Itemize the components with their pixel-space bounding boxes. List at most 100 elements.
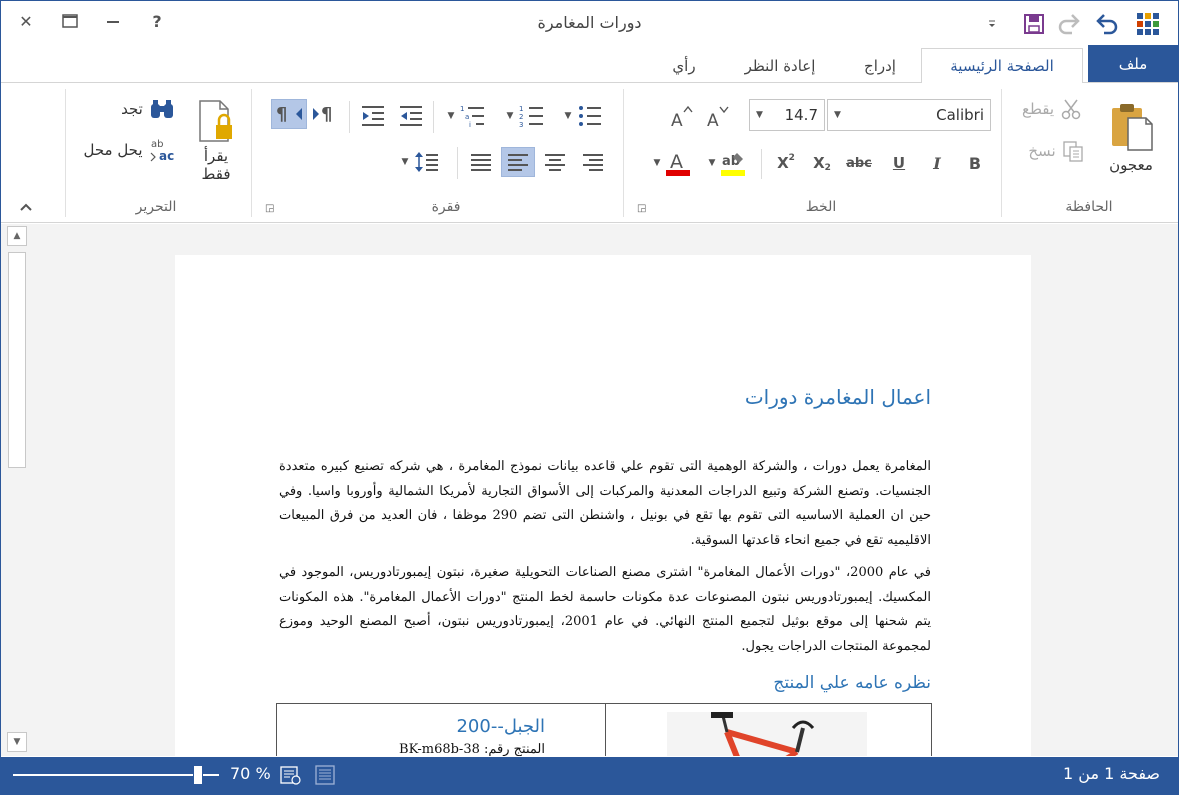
scroll-thumb[interactable] (8, 252, 26, 468)
svg-text:ac: ac (159, 149, 174, 163)
tab-file[interactable]: ملف (1088, 45, 1178, 82)
line-spacing-button[interactable]: ▼ (395, 147, 447, 177)
chevron-up-icon (20, 203, 32, 211)
font-name-value: Calibri (936, 106, 984, 124)
scroll-up-icon: ▲ (13, 231, 21, 241)
superscript-label: X (777, 154, 789, 172)
read-only-label-line2: فقط (201, 165, 231, 183)
app-menu-button[interactable] (1135, 11, 1161, 37)
font-size-dropdown-icon: ▼ (756, 110, 763, 120)
find-button[interactable]: تجد (115, 95, 181, 123)
svg-text:A: A (671, 111, 683, 129)
svg-text:¶: ¶ (321, 104, 332, 125)
zoom-slider-thumb[interactable] (193, 765, 203, 785)
increase-indent-button[interactable] (357, 101, 389, 131)
save-button[interactable] (1021, 11, 1047, 37)
decrease-indent-icon (400, 106, 422, 126)
svg-text:i: i (469, 121, 471, 128)
print-layout-button[interactable] (313, 764, 337, 786)
redo-button[interactable] (1057, 11, 1083, 37)
print-layout-icon (315, 765, 335, 785)
font-color-button[interactable]: ▼ A (647, 147, 699, 179)
tab-insert[interactable]: إدراج (841, 48, 919, 84)
replace-label: يحل محل (83, 141, 143, 159)
svg-text:3: 3 (519, 121, 523, 128)
highlighter-icon: ab (721, 153, 746, 176)
group-separator (65, 89, 66, 217)
app-grid-icon (1137, 13, 1159, 35)
bicycle-image (667, 712, 867, 756)
font-size-combo[interactable]: ▼ 14.7 (749, 99, 825, 131)
find-label: تجد (121, 100, 143, 118)
multilevel-list-button[interactable]: ▼ 1ai (439, 101, 495, 131)
align-center-icon (545, 154, 565, 171)
left-to-right-icon: ¶ (313, 104, 332, 125)
italic-button[interactable]: I (923, 149, 951, 177)
read-only-button[interactable]: يقرأ فقط (189, 91, 243, 191)
grow-font-button[interactable]: A (667, 103, 697, 131)
title-bar: ✕ ? دورات المغامرة (1, 1, 1178, 45)
font-name-combo[interactable]: ▼ Calibri (827, 99, 991, 131)
replace-button[interactable]: يحل محل ab ac (79, 135, 181, 165)
table-cell-divider (605, 704, 606, 756)
superscript-mark-icon: 2 (788, 153, 795, 163)
group-separator (1001, 89, 1002, 217)
svg-text:¶: ¶ (276, 104, 287, 125)
web-layout-button[interactable] (279, 764, 303, 786)
read-only-label-line1: يقرأ (203, 147, 229, 165)
shrink-font-icon: A (707, 106, 729, 129)
align-center-button[interactable] (539, 147, 571, 177)
tab-view[interactable]: رأي (649, 48, 719, 84)
tab-home[interactable]: الصفحة الرئيسية (921, 48, 1083, 84)
cut-button[interactable]: يقطع (1015, 97, 1089, 121)
strikethrough-button[interactable]: abc (843, 149, 875, 177)
tab-review[interactable]: إعادة النظر (723, 48, 837, 84)
paragraph-dialog-launcher-icon[interactable]: ◲ (265, 203, 274, 214)
subscript-button[interactable]: X2 (807, 149, 837, 177)
numbering-button[interactable]: ▼ 123 (499, 101, 553, 131)
multilevel-dropdown-icon: ▼ (447, 111, 455, 121)
right-to-left-button[interactable]: ¶ (271, 99, 307, 129)
underline-label: U (892, 154, 906, 172)
document-heading: اعمال المغامرة دورات (744, 385, 931, 409)
highlight-color-button[interactable]: ▼ ab (701, 147, 755, 179)
save-icon (1024, 14, 1044, 34)
paste-button[interactable]: معجون (1101, 93, 1161, 183)
subscript-mark-icon: 2 (824, 163, 831, 173)
decrease-indent-button[interactable] (395, 101, 427, 131)
ribbon-tabs: ملف الصفحة الرئيسية إدراج إعادة النظر رأ… (1, 45, 1178, 84)
underline-button[interactable]: U (885, 149, 913, 177)
bullets-button[interactable]: ▼ (557, 101, 611, 131)
align-left-icon (508, 154, 528, 171)
font-dialog-launcher-icon[interactable]: ◲ (637, 203, 646, 214)
paragraph-separator (457, 147, 458, 179)
copy-icon (1062, 141, 1083, 162)
copy-button[interactable]: نسخ (1023, 139, 1089, 163)
superscript-button[interactable]: X2 (771, 149, 801, 177)
document-page[interactable]: اعمال المغامرة دورات المغامرة يعمل دورات… (175, 255, 1031, 756)
clipboard-group-label: الحافظة (1065, 199, 1113, 215)
left-to-right-button[interactable]: ¶ (309, 99, 343, 129)
cut-label: يقطع (1021, 100, 1055, 118)
paragraph-separator (349, 101, 350, 133)
bold-button[interactable]: B (961, 149, 989, 177)
customize-quick-access-button[interactable] (982, 11, 1002, 37)
product-number: المنتج رقم: BK-m68b-38 (399, 742, 545, 756)
align-right-button[interactable] (577, 147, 609, 177)
svg-text:1: 1 (460, 105, 464, 113)
vertical-scrollbar[interactable]: ▲ ▼ (5, 226, 29, 754)
align-left-button[interactable] (501, 147, 535, 177)
undo-icon (1096, 14, 1118, 35)
collapse-ribbon-button[interactable] (15, 197, 37, 217)
scroll-down-button[interactable]: ▼ (7, 732, 27, 752)
justify-button[interactable] (465, 147, 497, 177)
app-window: ✕ ? دورات المغامرة ملف الصفحة الرئيسية إ… (0, 0, 1179, 795)
zoom-slider-track[interactable] (13, 774, 219, 776)
document-paragraph: في عام 2000، "دورات الأعمال المغامرة" اش… (279, 565, 932, 654)
editing-group-label: التحرير (135, 199, 177, 215)
scroll-up-button[interactable]: ▲ (7, 226, 27, 246)
shrink-font-button[interactable]: A (703, 103, 733, 131)
zoom-level[interactable]: 70 % (230, 764, 271, 783)
product-table: الجبل--200 المنتج رقم: BK-m68b-38 (276, 703, 932, 756)
undo-button[interactable] (1093, 11, 1119, 37)
